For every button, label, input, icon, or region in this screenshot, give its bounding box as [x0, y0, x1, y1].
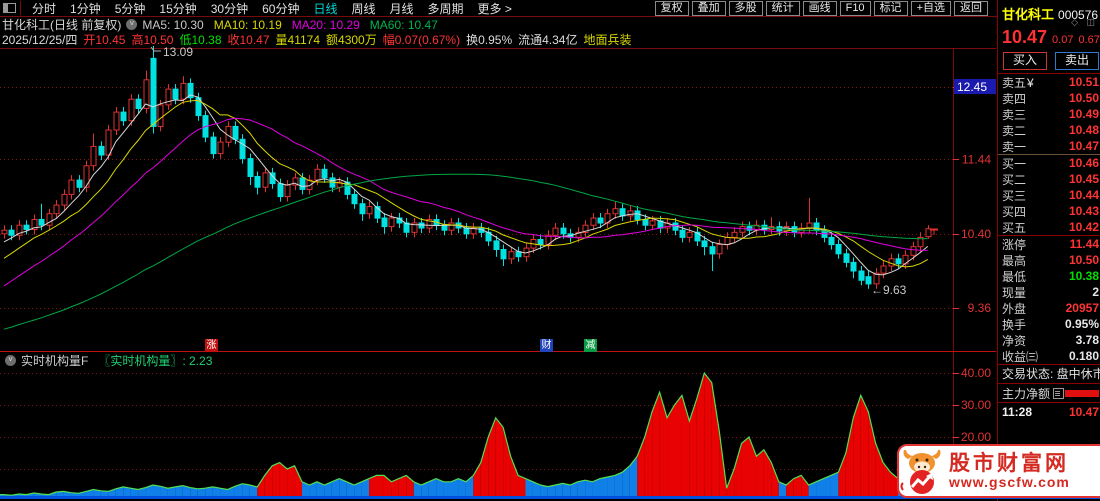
watermark-site-name: 股市财富网 [949, 451, 1069, 475]
signal-marker-1: 财 [540, 339, 553, 352]
info-row-0: 涨停 11.44 [1002, 237, 1099, 252]
ma-line-ma5 [3, 94, 929, 276]
ask-row-4[interactable]: 卖四 10.50 [998, 90, 1100, 106]
bid-row-2[interactable]: 买二 10.45 [998, 171, 1100, 187]
bid-row-4[interactable]: 买四 10.43 [998, 203, 1100, 219]
svg-text:11.44: 11.44 [962, 152, 991, 166]
last-price: 10.47 [1002, 27, 1048, 47]
indicator-value: 〖实时机构量〗: 2.23 [98, 353, 213, 368]
ma-line-ma60 [3, 173, 928, 330]
list-icon[interactable] [1053, 387, 1065, 399]
info-row-7: 收益㈢ 0.180 [1002, 349, 1099, 364]
price-change-pct: 0.67% [1078, 34, 1100, 46]
ask-row-2[interactable]: 卖二 10.48 [998, 122, 1100, 138]
trade-buttons: 买入 卖出 [998, 50, 1100, 73]
svg-text:20.00: 20.00 [961, 430, 991, 444]
main-gridlines [0, 87, 959, 470]
quote-time-price: 10.47 [1068, 405, 1099, 419]
candles-layer [1, 46, 932, 289]
signal-marker-2: 减 [584, 339, 597, 352]
trade-status: 交易状态: 盘中休市 [1002, 367, 1100, 381]
svg-text:30.00: 30.00 [961, 398, 991, 412]
info-row-4: 外盘 20957 [1002, 301, 1099, 316]
signal-marker-0: 涨 [205, 339, 218, 352]
stock-name: 甘化科工 [1002, 7, 1055, 22]
ask-row-3[interactable]: 卖三 10.49 [998, 106, 1100, 122]
ma-line-ma10 [3, 99, 929, 268]
info-row-6: 净资 3.78 [1002, 333, 1099, 348]
buy-button[interactable]: 买入 [1003, 52, 1047, 70]
quote-panel: 甘化科工 000576◇ ◫ 10.47 0.07 0.67% 买入 卖出 卖五… [997, 0, 1100, 501]
svg-text:9.36: 9.36 [968, 301, 992, 315]
axis-labels: 12.45 11.44 10.40 9.36 40.00 30.00 20.00 [954, 79, 996, 444]
svg-text:13.09: 13.09 [163, 45, 193, 59]
stock-trading-app: 分时 1分钟 5分钟 15分钟 30分钟 60分钟 日线 周线 月线 多周期 更多 > 复权 叠加 多股… [0, 0, 1100, 501]
ma-lines [3, 94, 929, 330]
panel-layout-icons[interactable]: ◇ ◫ [1071, 17, 1098, 28]
indicator-name: 实时机构量F [21, 353, 89, 368]
ask-row-5[interactable]: 卖五¥ 10.51 [998, 74, 1100, 90]
main-flow-bar [1065, 389, 1099, 397]
info-row-3: 现量 2 [1002, 285, 1099, 300]
ask-row-1[interactable]: 卖一 10.47 [998, 138, 1100, 154]
info-row-5: 换手 0.95% [1002, 317, 1099, 332]
indicator-collapse-icon[interactable]: ˅ [5, 354, 16, 366]
bid-row-5[interactable]: 买五 10.42 [998, 219, 1100, 235]
indicator-area [0, 371, 953, 496]
svg-text:40.00: 40.00 [961, 366, 991, 380]
svg-text:←9.63: ←9.63 [871, 283, 907, 297]
bull-logo-icon [900, 450, 941, 494]
main-flow-row: 主力净额 [998, 384, 1100, 402]
indicator-header: ˅ 实时机构量F 〖实时机构量〗: 2.23 [0, 352, 953, 368]
watermark: 股市财富网 www.gscfw.com [897, 444, 1100, 498]
time-price-row: 11:28 10.47 [998, 403, 1100, 421]
info-row-1: 最高 10.50 [1002, 253, 1099, 268]
watermark-url: www.gscfw.com [949, 473, 1070, 490]
price-change: 0.07 [1052, 34, 1074, 46]
sell-button[interactable]: 卖出 [1055, 52, 1099, 70]
info-row-2: 最低 10.38 [1002, 269, 1099, 284]
price-annotations: 13.09 ←9.63 [150, 45, 907, 297]
bid-row-3[interactable]: 买三 10.44 [998, 187, 1100, 203]
quote-time: 11:28 [1002, 405, 1033, 419]
kline-chart-canvas[interactable]: 12.45 11.44 10.40 9.36 40.00 30.00 20.00 13.09 ←… [0, 0, 1100, 501]
svg-text:12.45: 12.45 [957, 80, 987, 94]
ma-line-ma20 [3, 117, 928, 287]
bid-row-1[interactable]: 买一 10.46 [998, 155, 1100, 171]
svg-text:10.40: 10.40 [961, 227, 991, 241]
